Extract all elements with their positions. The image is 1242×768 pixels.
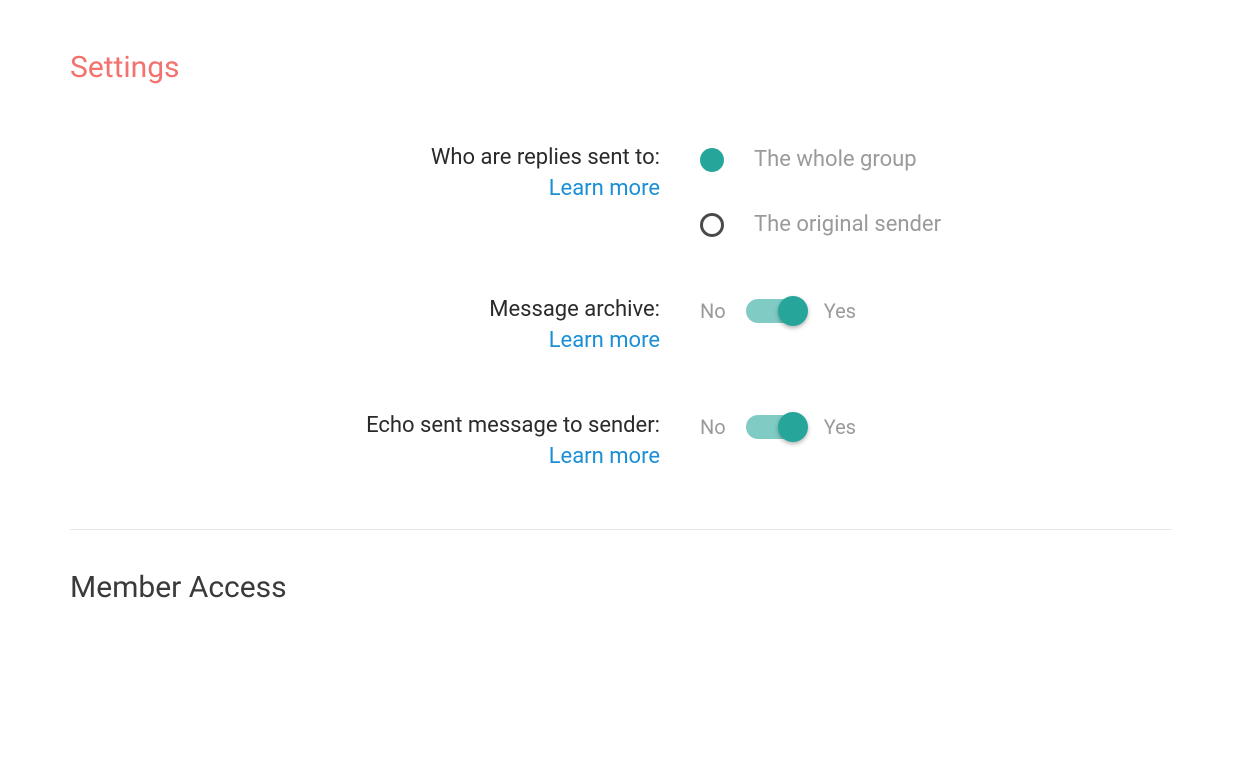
settings-section-title: Settings [70,50,1172,85]
radio-selected-icon [700,148,724,172]
setting-label-col: Who are replies sent to: Learn more [70,145,700,201]
echo-no-label: No [700,415,726,439]
radio-original-sender[interactable]: The original sender [700,212,1172,237]
replies-learn-more-link[interactable]: Learn more [549,176,660,201]
replies-label: Who are replies sent to: [70,145,660,170]
setting-row-replies: Who are replies sent to: Learn more The … [70,145,1172,237]
toggle-knob-icon [778,412,808,442]
radio-whole-group[interactable]: The whole group [700,147,1172,172]
radio-original-sender-label: The original sender [754,212,941,237]
radio-whole-group-label: The whole group [754,147,917,172]
section-divider [70,529,1172,530]
radio-unselected-icon [700,213,724,237]
setting-label-col: Message archive: Learn more [70,297,700,353]
archive-yes-label: Yes [824,299,856,323]
echo-toggle-row: No Yes [700,415,1172,439]
echo-toggle[interactable] [746,415,804,439]
replies-options: The whole group The original sender [700,145,1172,237]
setting-row-echo: Echo sent message to sender: Learn more … [70,413,1172,469]
echo-yes-label: Yes [824,415,856,439]
toggle-knob-icon [778,296,808,326]
archive-control: No Yes [700,297,1172,323]
echo-label: Echo sent message to sender: [70,413,660,438]
archive-toggle[interactable] [746,299,804,323]
echo-learn-more-link[interactable]: Learn more [549,444,660,469]
echo-control: No Yes [700,413,1172,439]
member-access-section-title: Member Access [70,570,1172,605]
setting-label-col: Echo sent message to sender: Learn more [70,413,700,469]
archive-toggle-row: No Yes [700,299,1172,323]
setting-row-archive: Message archive: Learn more No Yes [70,297,1172,353]
archive-learn-more-link[interactable]: Learn more [549,328,660,353]
archive-no-label: No [700,299,726,323]
archive-label: Message archive: [70,297,660,322]
